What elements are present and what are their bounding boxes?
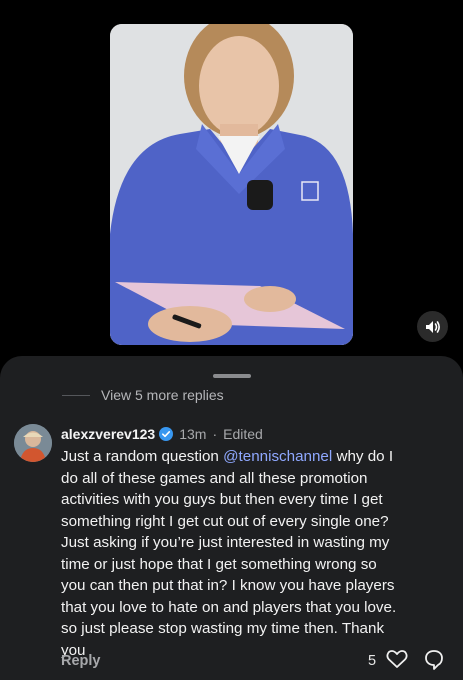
mention-link[interactable]: @tennischannel <box>223 448 332 465</box>
gift-reaction-icon[interactable] <box>424 649 444 671</box>
verified-badge-icon <box>159 427 174 441</box>
drag-handle[interactable] <box>213 374 251 378</box>
comment-text-rest: why do I do all of these games and all t… <box>61 448 397 659</box>
meta-separator: · <box>212 426 218 442</box>
comment-body: Just a random question @tennischannel wh… <box>61 446 451 661</box>
comment-header: alexzverev123 13m · Edited <box>61 426 263 442</box>
comment-time: 13m <box>179 426 207 442</box>
username[interactable]: alexzverev123 <box>61 426 155 442</box>
heart-icon[interactable] <box>386 649 408 669</box>
video-preview[interactable] <box>110 24 353 345</box>
speaker-icon <box>425 320 440 333</box>
comments-sheet: View 5 more replies alexzverev123 13m · … <box>0 356 463 680</box>
video-frame-image <box>110 24 353 345</box>
edited-label: Edited <box>223 426 263 442</box>
thread-line <box>62 395 90 396</box>
view-more-replies-button[interactable]: View 5 more replies <box>101 387 224 403</box>
comment-text-start: Just a random question <box>61 448 224 465</box>
avatar[interactable] <box>14 424 52 462</box>
avatar-image <box>14 424 52 462</box>
mute-button[interactable] <box>417 311 448 342</box>
reply-button[interactable]: Reply <box>61 653 101 669</box>
like-count[interactable]: 5 <box>368 653 376 669</box>
